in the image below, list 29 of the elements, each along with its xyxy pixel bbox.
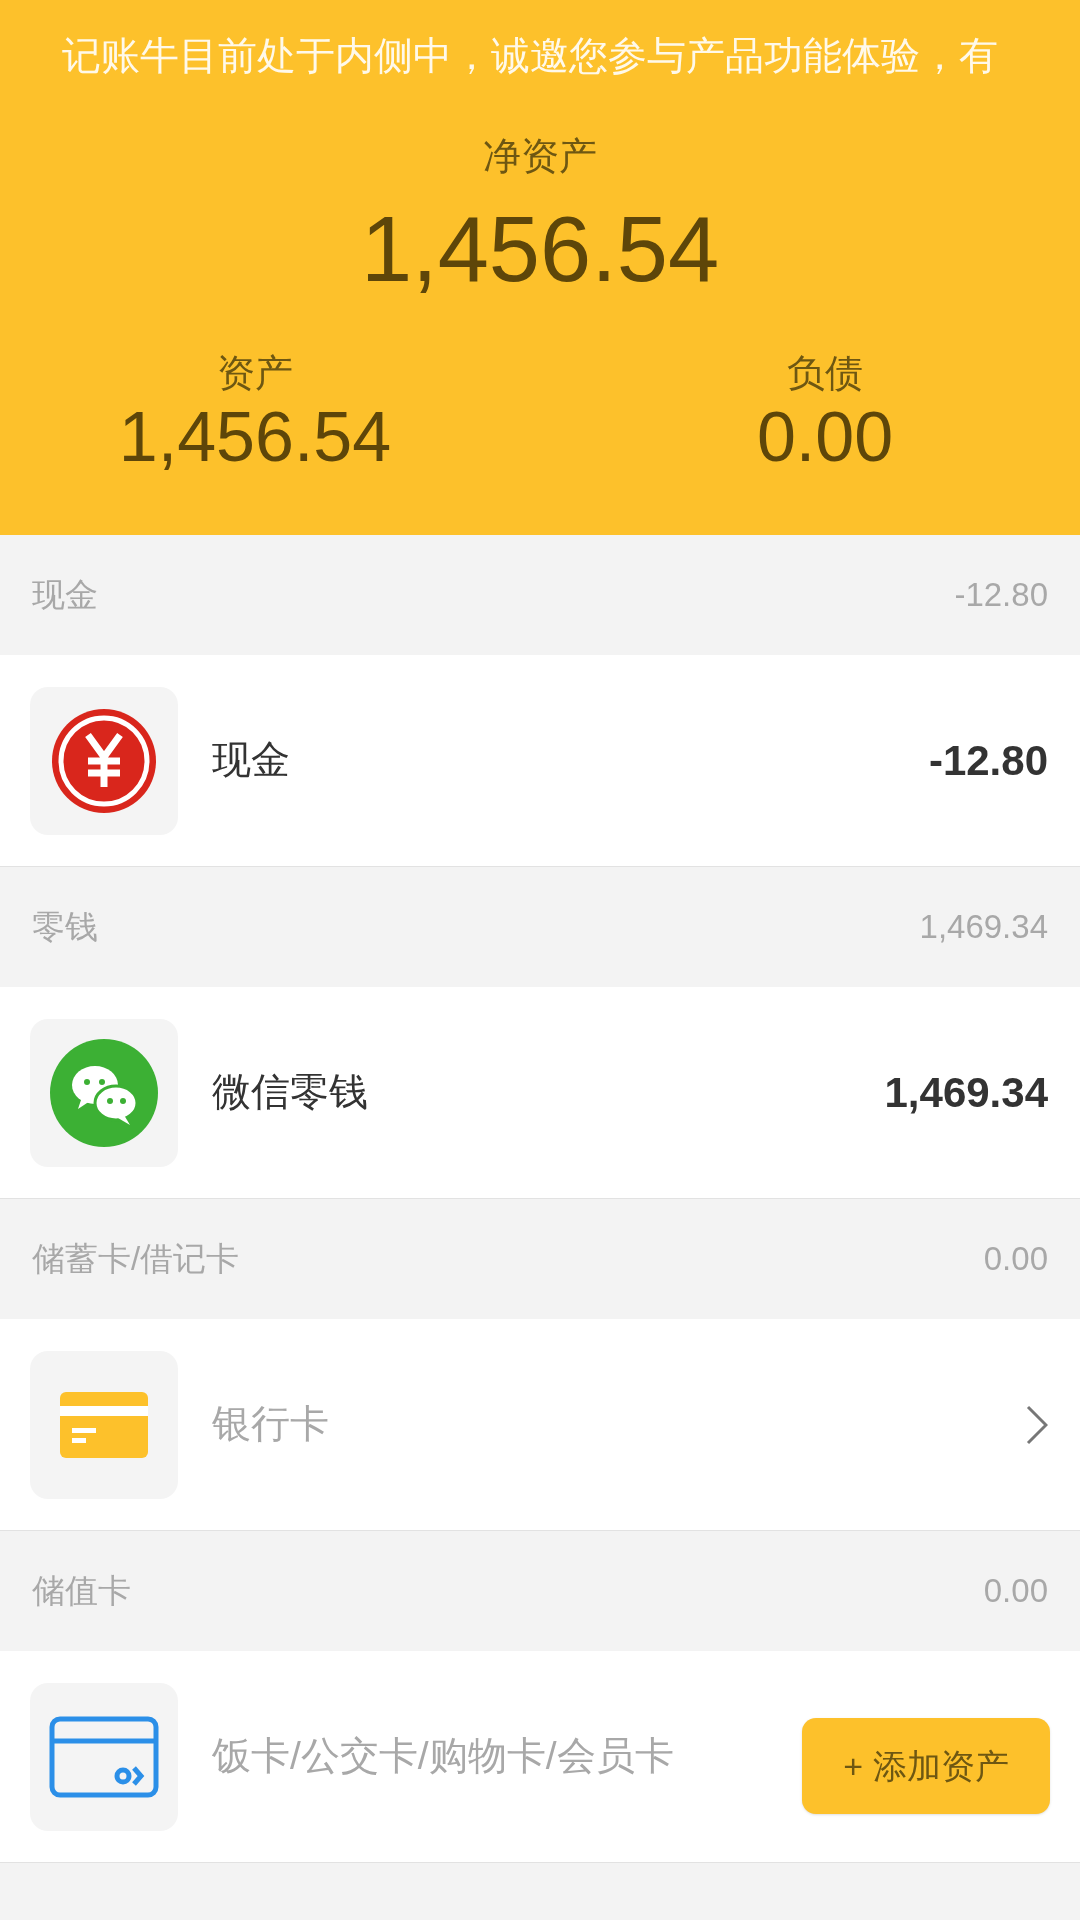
account-row[interactable]: 微信零钱 1,469.34 (0, 987, 1080, 1199)
summary-value: 1,456.54 (118, 397, 392, 477)
add-asset-button[interactable]: + 添加资产 (802, 1718, 1050, 1814)
card-icon (49, 1715, 159, 1798)
account-name: 现金 (212, 737, 290, 784)
section-total: 0.00 (983, 1571, 1048, 1612)
account-amount: 1,469.34 (884, 1068, 1048, 1118)
card-icon (60, 1391, 148, 1458)
account-amount: -12.80 (928, 736, 1048, 786)
yen-coin-icon (50, 706, 158, 815)
account-type-label: 银行卡 (212, 1401, 329, 1448)
section-total: 0.00 (983, 1239, 1048, 1280)
summary-label: 资产 (217, 351, 293, 396)
section-title: 零钱 (32, 907, 98, 948)
account-name: 微信零钱 (212, 1069, 368, 1116)
account-row[interactable]: 银行卡 (0, 1319, 1080, 1531)
section-total: 1,469.34 (919, 907, 1048, 948)
section-total: -12.80 (954, 575, 1048, 616)
section-title: 现金 (32, 575, 98, 616)
net-worth-value: 1,456.54 (360, 199, 720, 299)
section-title: 储蓄卡/借记卡 (32, 1239, 240, 1280)
summary-label: 负债 (787, 351, 863, 396)
chat-bubbles-icon (50, 1038, 158, 1147)
summary-value: 0.00 (756, 397, 894, 477)
chevron-right-icon (1026, 1404, 1048, 1445)
section-title: 储值卡 (32, 1571, 131, 1612)
account-row[interactable]: 现金 -12.80 (0, 655, 1080, 867)
account-type-label: 饭卡/公交卡/购物卡/会员卡 (212, 1733, 674, 1780)
net-worth-label: 净资产 (483, 134, 597, 179)
